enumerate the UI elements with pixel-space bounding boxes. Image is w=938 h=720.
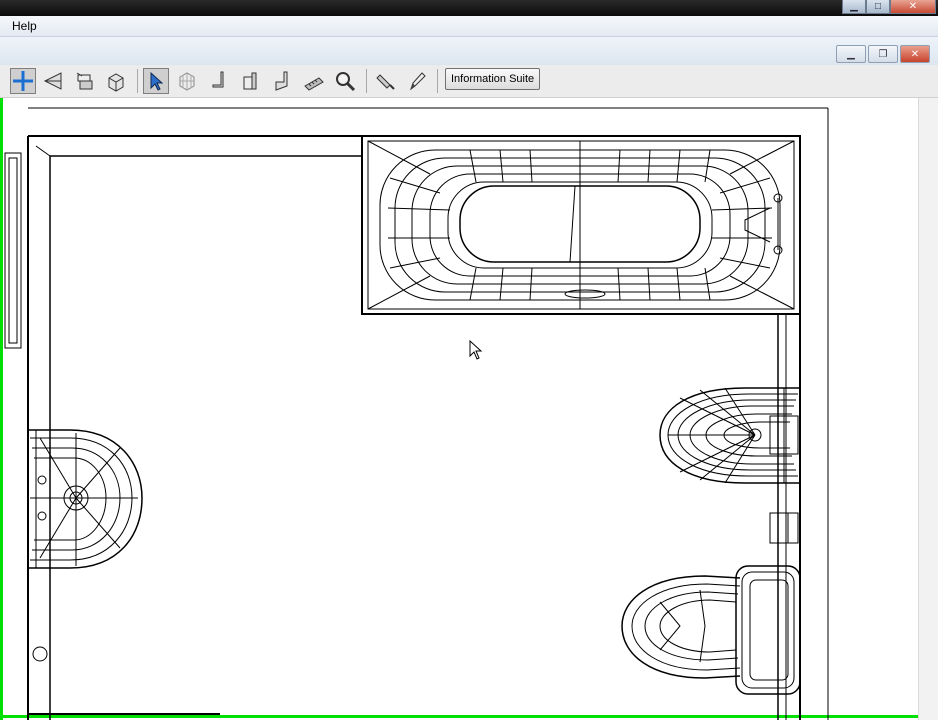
minimize-icon: ▁	[850, 1, 858, 12]
maximize-button[interactable]: □	[866, 0, 890, 14]
title-bar: ▁ □ ✕	[0, 0, 938, 16]
grid-cube-icon	[179, 72, 195, 91]
menu-help[interactable]: Help	[12, 19, 37, 33]
close-icon: ✕	[908, 1, 918, 12]
zoom-icon	[336, 72, 356, 92]
paint-tool-button[interactable]	[373, 68, 399, 94]
toolbar: Information Suite	[0, 65, 938, 98]
wall-segment-tool-button[interactable]	[206, 68, 232, 94]
wall-corner-icon	[275, 71, 288, 91]
cabinet-layer-tool-button[interactable]	[72, 68, 98, 94]
information-suite-button[interactable]: Information Suite	[445, 68, 541, 90]
document-restore-button[interactable]: ❐	[868, 45, 898, 63]
toolbar-separator	[366, 69, 367, 93]
perspective-icon	[43, 72, 62, 90]
move-tool-button[interactable]	[10, 68, 36, 94]
document-window-strip: ▁ ❐ ✕	[0, 37, 938, 65]
tape-measure-icon	[304, 77, 324, 91]
viewport-active-border-bottom	[0, 715, 918, 718]
window-caption-buttons: ▁ □ ✕	[842, 0, 936, 14]
close-button[interactable]: ✕	[890, 0, 936, 14]
door-icon	[243, 72, 257, 90]
box-3d-icon	[108, 73, 124, 92]
pencil-icon	[410, 72, 426, 91]
paint-icon	[376, 74, 395, 90]
viewport-active-border-left	[0, 98, 3, 720]
toolbar-separator	[437, 69, 438, 93]
toolbar-separator	[137, 69, 138, 93]
door-tool-button[interactable]	[237, 68, 263, 94]
menu-bar: Help	[0, 16, 938, 37]
grid-cube-tool-button[interactable]	[174, 68, 200, 94]
wall-segment-icon	[212, 71, 224, 88]
pencil-tool-button[interactable]	[404, 68, 430, 94]
move-icon	[13, 71, 33, 91]
restore-icon: ❐	[878, 48, 888, 60]
select-pointer-icon	[150, 71, 164, 91]
box-3d-tool-button[interactable]	[103, 68, 129, 94]
minimize-icon: ▁	[847, 48, 855, 60]
zoom-tool-button[interactable]	[332, 68, 358, 94]
perspective-tool-button[interactable]	[40, 68, 66, 94]
wall-corner-tool-button[interactable]	[268, 68, 294, 94]
select-tool-button[interactable]	[143, 68, 169, 94]
document-minimize-button[interactable]: ▁	[836, 45, 866, 63]
minimize-button[interactable]: ▁	[842, 0, 866, 14]
close-icon: ✕	[910, 48, 920, 60]
document-window-controls: ▁ ❐ ✕	[836, 45, 930, 63]
measure-tool-button[interactable]	[301, 68, 327, 94]
maximize-icon: □	[874, 1, 882, 12]
document-close-button[interactable]: ✕	[900, 45, 930, 63]
floor-plan-viewport[interactable]	[0, 98, 938, 720]
cabinet-layer-icon	[76, 72, 93, 90]
